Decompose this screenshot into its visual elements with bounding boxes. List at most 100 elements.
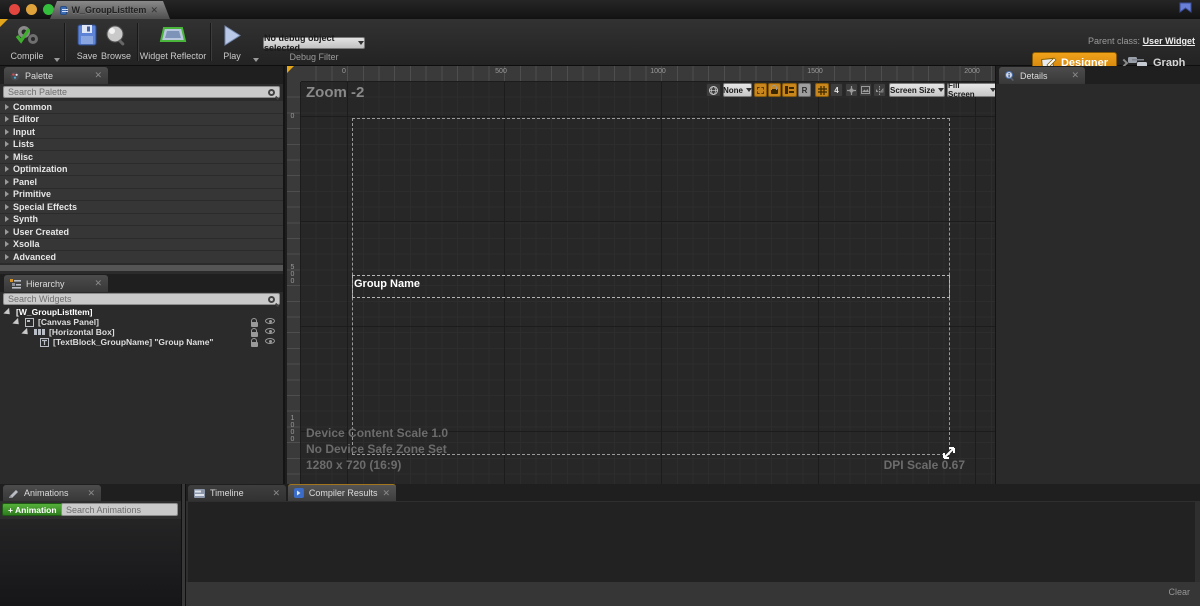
ruler-tick-label: 1000 [289, 415, 296, 443]
palette-category-synth[interactable]: Synth [0, 214, 283, 227]
compiler-tab-close-icon[interactable] [382, 489, 390, 498]
palette-category-xsolla[interactable]: Xsolla [0, 239, 283, 252]
tab-details[interactable]: Details [999, 67, 1085, 84]
palette-tab-close-icon[interactable] [94, 71, 102, 80]
hierarchy-row-canvas-panel[interactable]: [Canvas Panel] [0, 317, 283, 327]
palette-category-common[interactable]: Common [0, 101, 283, 114]
expander-icon[interactable] [5, 179, 9, 185]
lock-widgets-toggle[interactable] [768, 83, 781, 97]
lock-icon[interactable] [251, 342, 258, 347]
compiler-log-area[interactable] [188, 502, 1195, 582]
palette-category-lists[interactable]: Lists [0, 139, 283, 152]
transform-mode-button[interactable] [845, 83, 858, 97]
hierarchy-row-textblock[interactable]: [TextBlock_GroupName] "Group Name" [0, 337, 283, 347]
image-icon [861, 86, 870, 94]
widget-reflector-button[interactable]: Widget Reflector [141, 22, 205, 64]
palette-category-user-created[interactable]: User Created [0, 226, 283, 239]
hierarchy-tab-close-icon[interactable] [94, 279, 102, 288]
screen-size-dropdown[interactable]: Screen Size [889, 83, 945, 97]
compile-button[interactable]: Compile [5, 22, 49, 64]
timeline-tab-close-icon[interactable] [272, 489, 280, 498]
details-panel: Details [995, 66, 1200, 484]
visibility-eye-icon[interactable] [265, 338, 275, 344]
visibility-eye-icon[interactable] [265, 328, 275, 334]
lock-icon[interactable] [251, 332, 258, 337]
animations-search-input[interactable] [66, 505, 183, 515]
window-close-icon[interactable] [9, 4, 20, 15]
visibility-eye-icon[interactable] [265, 318, 275, 324]
hierarchy-search-input[interactable] [8, 294, 268, 304]
palette-category-misc[interactable]: Misc [0, 151, 283, 164]
textblock-preview[interactable]: Group Name [354, 278, 420, 290]
palette-search-input[interactable] [8, 87, 268, 97]
fill-screen-dropdown[interactable]: Fill Screen [947, 83, 995, 97]
expander-icon[interactable] [5, 129, 9, 135]
debug-object-dropdown[interactable]: No debug object selected [263, 37, 365, 49]
preview-background-button[interactable] [859, 83, 872, 97]
bookmark-flag-icon[interactable] [1179, 2, 1192, 14]
ruler-tick-label: 2000 [964, 68, 980, 75]
clear-button[interactable]: Clear [1168, 587, 1190, 597]
palette-search[interactable] [3, 86, 280, 98]
expander-icon[interactable] [5, 166, 9, 172]
flag-preview-dropdown[interactable]: None [723, 83, 752, 97]
design-canvas[interactable]: Zoom -2 None R 4 [301, 82, 995, 484]
expander-icon[interactable] [5, 216, 9, 222]
flip-preview-button[interactable] [873, 83, 886, 97]
show-outlines-toggle[interactable] [754, 83, 767, 97]
palette-category-primitive[interactable]: Primitive [0, 189, 283, 202]
palette-category-panel[interactable]: Panel [0, 176, 283, 189]
browse-button[interactable]: Browse [98, 22, 134, 64]
expander-icon[interactable] [5, 141, 9, 147]
localization-preview-button[interactable] [706, 83, 721, 97]
expander-icon[interactable] [5, 191, 9, 197]
main-toolbar: Compile Save Browse [0, 19, 1200, 66]
hierarchy-search[interactable] [3, 293, 280, 305]
palette-category-advanced[interactable]: Advanced [0, 251, 283, 264]
tab-timeline[interactable]: Timeline [188, 485, 286, 501]
palette-category-optimization[interactable]: Optimization [0, 164, 283, 177]
hierarchy-row-root[interactable]: [W_GroupListItem] [0, 307, 283, 317]
window-minimize-icon[interactable] [26, 4, 37, 15]
tab-compiler-results[interactable]: Compiler Results [288, 484, 396, 501]
category-label: Lists [13, 139, 34, 149]
tab-close-icon[interactable] [150, 6, 158, 15]
animations-search[interactable] [61, 503, 178, 516]
palette-category-input[interactable]: Input [0, 126, 283, 139]
hierarchy-row-horizontal-box[interactable]: [Horizontal Box] [0, 327, 283, 337]
respect-locks-toggle[interactable] [782, 83, 797, 97]
compile-options-caret-icon[interactable] [54, 58, 60, 62]
expander-icon[interactable] [5, 154, 9, 160]
ruler-origin-icon [287, 66, 301, 82]
expander-open-icon[interactable] [12, 317, 21, 326]
document-tab[interactable]: W_GroupListItem [50, 1, 170, 19]
add-animation-button[interactable]: + Animation [2, 503, 63, 516]
grid-snap-toggle[interactable] [815, 83, 829, 97]
expander-open-icon[interactable] [21, 327, 30, 336]
panel-splitter[interactable] [0, 265, 283, 271]
expander-icon[interactable] [5, 204, 9, 210]
expander-icon[interactable] [5, 116, 9, 122]
expander-icon[interactable] [5, 254, 9, 260]
palette-category-special-effects[interactable]: Special Effects [0, 201, 283, 214]
safe-zone-label: No Device Safe Zone Set [306, 442, 447, 456]
play-options-caret-icon[interactable] [253, 58, 259, 62]
expander-icon[interactable] [5, 229, 9, 235]
output-tabstrip: Timeline Compiler Results [186, 484, 1200, 501]
lock-icon[interactable] [251, 322, 258, 327]
parent-class-value[interactable]: User Widget [1143, 36, 1195, 46]
tab-hierarchy[interactable]: Hierarchy [4, 275, 108, 292]
animations-tab-close-icon[interactable] [87, 489, 95, 498]
timeline-tab-label: Timeline [210, 488, 267, 498]
tab-animations[interactable]: Animations [3, 485, 101, 501]
grid-size-spinner[interactable]: 4 [830, 83, 843, 97]
raw-edit-toggle[interactable]: R [798, 83, 811, 97]
expander-icon[interactable] [5, 241, 9, 247]
expander-icon[interactable] [5, 104, 9, 110]
selected-widget-outline[interactable] [352, 275, 950, 298]
palette-category-editor[interactable]: Editor [0, 114, 283, 127]
tab-palette[interactable]: Palette [4, 67, 108, 84]
details-tab-close-icon[interactable] [1071, 71, 1079, 80]
play-button[interactable]: Play [216, 22, 248, 64]
expander-open-icon[interactable] [3, 307, 12, 316]
